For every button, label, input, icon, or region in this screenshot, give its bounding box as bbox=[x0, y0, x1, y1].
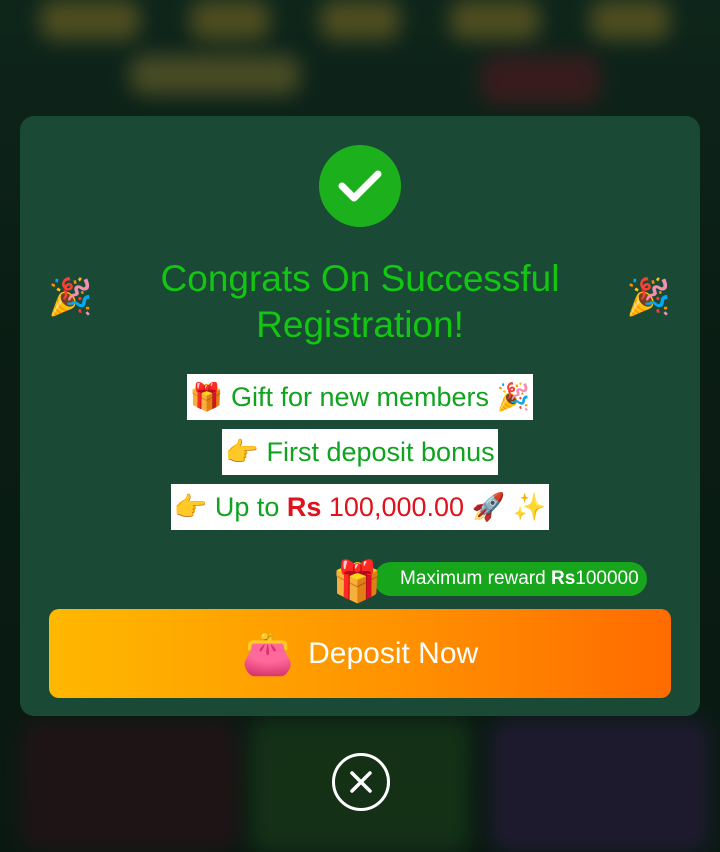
success-check-icon bbox=[319, 145, 401, 227]
up-to-prefix: 👉 Up to bbox=[173, 492, 287, 522]
reward-currency: Rs bbox=[550, 568, 576, 589]
gift-box-icon: 🎁 bbox=[332, 560, 382, 604]
gift-line: 🎁 Gift for new members 🎉 bbox=[186, 374, 534, 420]
close-icon[interactable] bbox=[332, 753, 390, 811]
up-to-line: 👉 Up to Rs 100,000.00 🚀 ✨ bbox=[170, 484, 550, 530]
wallet-icon: 👛 bbox=[241, 629, 295, 677]
party-popper-icon: 🎉 bbox=[48, 276, 93, 317]
rocket-sparkles-icon: 🚀 ✨ bbox=[464, 492, 547, 522]
modal-title: Congrats On Successful Registration! bbox=[160, 258, 560, 345]
deposit-now-button[interactable]: 👛 Deposit Now bbox=[49, 609, 671, 698]
max-reward-badge: Maximum reward Rs100000 bbox=[374, 562, 647, 596]
bonus-amount: 100,000.00 bbox=[321, 492, 465, 522]
bonus-lines: 🎁 Gift for new members 🎉 👉 First deposit… bbox=[20, 374, 700, 539]
party-popper-icon: 🎉 bbox=[626, 276, 671, 317]
reward-amount: 100000 bbox=[575, 568, 639, 589]
registration-success-modal: 🎉 Congrats On Successful Registration! 🎉… bbox=[20, 116, 700, 716]
first-deposit-line: 👉 First deposit bonus bbox=[222, 429, 498, 475]
deposit-now-label: Deposit Now bbox=[308, 636, 479, 670]
currency-symbol: Rs bbox=[286, 492, 322, 522]
reward-label: Maximum reward bbox=[400, 568, 551, 589]
